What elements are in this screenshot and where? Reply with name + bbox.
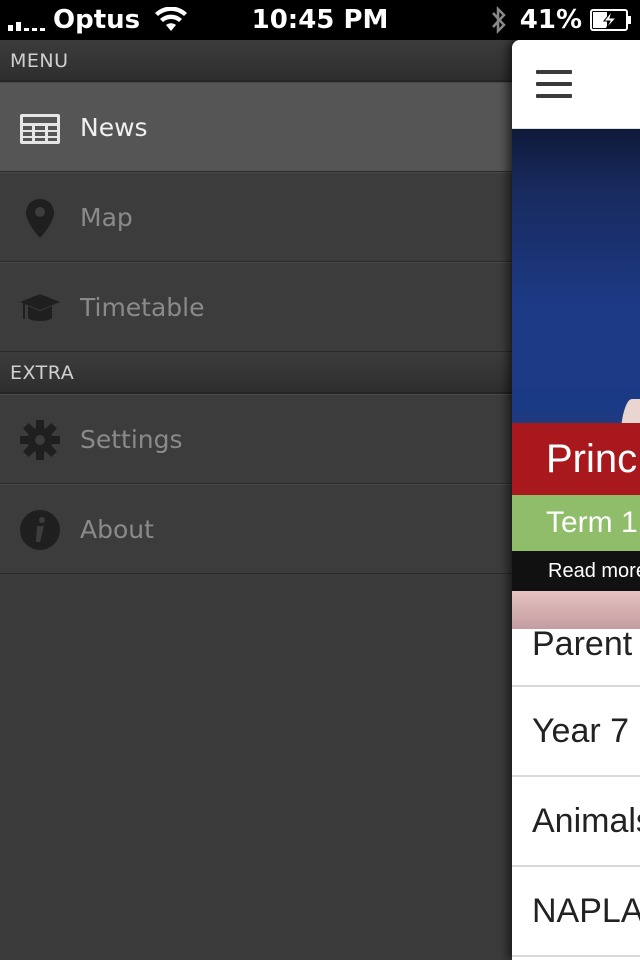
news-list-item[interactable]: Parent xyxy=(512,629,640,687)
graduation-cap-icon xyxy=(20,294,60,321)
menu-item-map[interactable]: Map xyxy=(0,172,512,262)
featured-news-banner[interactable]: Princ Term 1 Read more xyxy=(512,129,640,629)
battery-charging-icon xyxy=(590,9,631,31)
battery-percentage: 41% xyxy=(519,5,582,35)
menu-item-label: Map xyxy=(80,202,133,232)
menu-item-label: News xyxy=(80,112,148,142)
read-more-link[interactable]: Read more xyxy=(512,551,640,591)
signal-strength-icon xyxy=(8,9,45,31)
news-list-item[interactable]: Year 7 xyxy=(512,687,640,777)
status-bar: Optus 10:45 PM 41% xyxy=(0,0,640,40)
map-pin-icon xyxy=(26,199,54,238)
menu-item-timetable[interactable]: Timetable xyxy=(0,262,512,352)
banner-subtitle: Term 1 xyxy=(512,495,640,551)
nav-bar xyxy=(512,40,640,129)
menu-item-label: Settings xyxy=(80,424,183,454)
section-header-extra: EXTRA xyxy=(0,352,512,394)
menu-item-label: Timetable xyxy=(80,292,205,322)
newspaper-icon xyxy=(20,114,60,144)
wifi-icon xyxy=(155,7,188,31)
banner-title: Princ xyxy=(512,423,640,495)
hamburger-menu-icon[interactable] xyxy=(536,70,572,98)
section-header-menu: MENU xyxy=(0,40,512,82)
news-list-item[interactable]: NAPLA xyxy=(512,867,640,957)
menu-item-about[interactable]: About xyxy=(0,484,512,574)
menu-item-label: About xyxy=(80,514,154,544)
content-panel[interactable]: Princ Term 1 Read more Parent Year 7 Ani… xyxy=(512,40,640,960)
carrier-name: Optus xyxy=(53,5,141,35)
menu-item-news[interactable]: News xyxy=(0,82,512,172)
menu-item-settings[interactable]: Settings xyxy=(0,394,512,484)
bluetooth-icon xyxy=(491,5,506,35)
news-list-item[interactable]: Animals xyxy=(512,777,640,867)
side-menu: MENU News Map Timetable EXTRA Settings A… xyxy=(0,40,512,960)
info-icon xyxy=(20,510,60,550)
gear-icon xyxy=(20,420,60,460)
